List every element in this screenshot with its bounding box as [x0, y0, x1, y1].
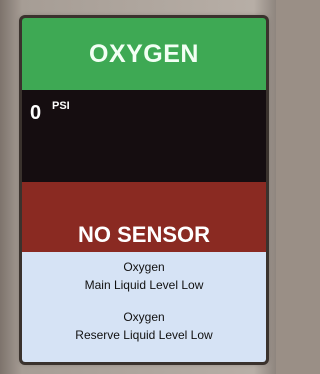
alarm-display-screen: OXYGEN 0 PSI NO SENSOR Oxygen Main Liqui… — [22, 18, 266, 362]
message-text: Reserve Liquid Level Low — [75, 328, 213, 342]
message-gas-label: Oxygen — [123, 260, 165, 274]
message-text: Main Liquid Level Low — [84, 278, 204, 292]
message-item: Oxygen Main Liquid Level Low — [22, 258, 266, 294]
message-item: Oxygen Reserve Liquid Level Low — [22, 308, 266, 344]
pressure-value: 0 — [30, 102, 42, 124]
alarm-messages-panel: Oxygen Main Liquid Level Low Oxygen Rese… — [22, 252, 266, 362]
gas-title: OXYGEN — [89, 39, 199, 68]
pressure-unit: PSI — [52, 100, 70, 112]
gas-header: OXYGEN — [22, 18, 266, 90]
message-gas-label: Oxygen — [123, 310, 165, 324]
alarm-status-text: NO SENSOR — [77, 222, 211, 247]
alarm-status-panel: NO SENSOR — [22, 182, 266, 252]
pressure-reading-panel: 0 PSI — [22, 90, 266, 182]
